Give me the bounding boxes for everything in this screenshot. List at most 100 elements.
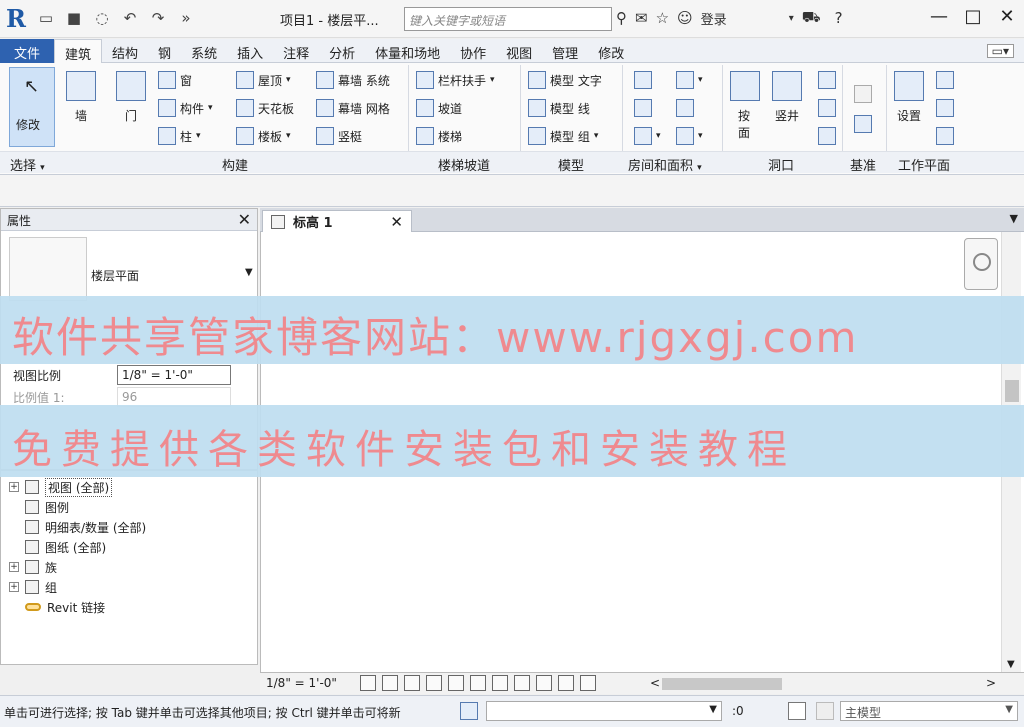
model-text-button[interactable]: 模型 文字 (528, 71, 602, 89)
type-selector-name[interactable]: 楼层平面 (91, 267, 139, 284)
tab-insert[interactable]: 插入 (227, 39, 273, 63)
save-icon[interactable]: ■ (64, 8, 84, 28)
show-crop-icon[interactable] (470, 675, 486, 691)
tab-menu-icon[interactable]: ▼ (1010, 212, 1018, 225)
tab-view[interactable]: 视图 (496, 39, 542, 63)
undo-icon[interactable]: ↶ (120, 8, 140, 28)
expand-icon[interactable]: + (9, 562, 19, 572)
mullion-button[interactable]: 竖梃 (316, 127, 362, 145)
scroll-right-icon[interactable]: > (986, 676, 996, 690)
component-button[interactable]: 构件 ▾ (158, 99, 213, 117)
visual-style-icon[interactable] (382, 675, 398, 691)
tab-modify[interactable]: 修改 (588, 39, 634, 63)
tree-item-legends[interactable]: 图例 (25, 497, 69, 517)
view-scale-control[interactable]: 1/8" = 1'-0" (266, 676, 337, 690)
tab-structure[interactable]: 结构 (102, 39, 148, 63)
worksharing-icon[interactable] (536, 675, 552, 691)
opening-by-face-button[interactable]: 按面 (730, 71, 760, 141)
redo-icon[interactable]: ↷ (148, 8, 168, 28)
wall-opening-button[interactable] (818, 71, 836, 89)
close-icon[interactable]: ✕ (238, 210, 251, 229)
tree-item-views[interactable]: + 视图 (全部) (9, 477, 113, 497)
detail-level-icon[interactable] (360, 675, 376, 691)
model-line-button[interactable]: 模型 线 (528, 99, 590, 117)
floor-button[interactable]: 楼板 ▾ (236, 127, 291, 145)
workset-combo[interactable]: ▼ (486, 701, 722, 721)
modify-button[interactable]: ↖ 修改 (9, 67, 55, 147)
room-button[interactable] (634, 71, 652, 89)
maximize-icon[interactable]: □ (964, 6, 982, 27)
login-button[interactable]: 登录 (701, 9, 727, 28)
reveal-hidden-icon[interactable] (514, 675, 530, 691)
tab-massing-site[interactable]: 体量和场地 (365, 39, 450, 63)
user-icon[interactable]: ☺ (677, 9, 693, 27)
tree-item-groups[interactable]: + 组 (9, 577, 57, 597)
view-tab-level-1[interactable]: 标高 1 ✕ (262, 210, 412, 232)
room-tag-button[interactable]: ▾ (634, 127, 661, 145)
scroll-down-icon[interactable]: ▼ (1007, 659, 1015, 670)
expand-icon[interactable]: + (9, 582, 19, 592)
design-option-combo[interactable]: 主模型 ▼ (840, 701, 1018, 721)
tree-item-revit-links[interactable]: Revit 链接 (25, 597, 105, 617)
tab-steel[interactable]: 钢 (148, 39, 181, 63)
binoculars-icon[interactable]: ⚲ (616, 9, 627, 27)
curtain-grid-button[interactable]: 幕墙 网格 (316, 99, 390, 117)
horizontal-scrollbar[interactable]: < > (650, 676, 1010, 692)
revit-logo[interactable]: R (6, 4, 26, 33)
scrollbar-thumb[interactable] (662, 678, 782, 690)
help-icon[interactable]: ? (835, 9, 843, 27)
lock-3d-icon[interactable] (558, 675, 574, 691)
area-button[interactable]: ▾ (676, 71, 703, 89)
tab-file[interactable]: 文件 (0, 39, 55, 63)
crop-view-icon[interactable] (448, 675, 464, 691)
worksets-icon[interactable] (460, 702, 478, 720)
roof-button[interactable]: 屋顶 ▾ (236, 71, 291, 89)
set-workplane-button[interactable]: 设置 (894, 71, 924, 124)
tree-item-families[interactable]: + 族 (9, 557, 57, 577)
search-input[interactable]: 键入关键字或短语 (404, 7, 612, 31)
ribbon-options-icon[interactable]: ▭▾ (986, 44, 1014, 58)
close-icon[interactable]: ✕ (998, 6, 1016, 27)
favorites-icon[interactable]: ☆ (656, 9, 669, 27)
editable-only-icon[interactable] (788, 702, 806, 720)
railing-button[interactable]: 栏杆扶手 ▾ (416, 71, 495, 89)
wall-button[interactable]: 墙 (66, 71, 96, 124)
curtain-system-button[interactable]: 幕墙 系统 (316, 71, 390, 89)
close-icon[interactable]: ✕ (390, 213, 403, 231)
sync-icon[interactable]: ◌ (92, 8, 112, 28)
navigation-wheel-icon[interactable] (964, 238, 998, 290)
open-icon[interactable]: ▭ (36, 8, 56, 28)
view-scale-input[interactable]: 1/8" = 1'-0" (117, 365, 231, 385)
type-selector-preview[interactable] (9, 237, 87, 301)
area-boundary-button[interactable] (676, 99, 694, 117)
tab-analyze[interactable]: 分析 (319, 39, 365, 63)
ceiling-button[interactable]: 天花板 (236, 99, 294, 117)
column-button[interactable]: 柱 ▾ (158, 127, 201, 145)
communication-icon[interactable]: ✉ (635, 9, 648, 27)
show-workplane-button[interactable] (936, 71, 954, 89)
tree-item-sheets[interactable]: 图纸 (全部) (25, 537, 106, 557)
shaft-button[interactable]: 竖井 (772, 71, 802, 124)
ref-plane-button[interactable] (936, 99, 954, 117)
tab-architecture[interactable]: 建筑 (54, 39, 103, 63)
chevron-down-icon[interactable]: ▼ (245, 267, 253, 278)
group-label-select[interactable]: 选择 ▾ (10, 155, 45, 174)
stair-button[interactable]: 楼梯 (416, 127, 462, 145)
select-links-icon[interactable] (816, 702, 834, 720)
grid-button[interactable] (854, 115, 872, 133)
tab-manage[interactable]: 管理 (542, 39, 588, 63)
more-icon[interactable]: » (176, 8, 196, 28)
group-label-room-area[interactable]: 房间和面积 ▾ (628, 155, 702, 174)
cart-icon[interactable]: ⛟ (802, 8, 821, 28)
vertical-opening-button[interactable] (818, 99, 836, 117)
shadows-icon[interactable] (426, 675, 442, 691)
room-separator-button[interactable] (634, 99, 652, 117)
door-button[interactable]: 门 (116, 71, 146, 124)
minimize-icon[interactable]: — (930, 6, 948, 27)
expand-icon[interactable]: + (9, 482, 19, 492)
analytical-model-icon[interactable] (580, 675, 596, 691)
viewer-button[interactable] (936, 127, 954, 145)
level-button[interactable] (854, 85, 872, 103)
tree-item-schedules[interactable]: 明细表/数量 (全部) (25, 517, 146, 537)
ramp-button[interactable]: 坡道 (416, 99, 462, 117)
